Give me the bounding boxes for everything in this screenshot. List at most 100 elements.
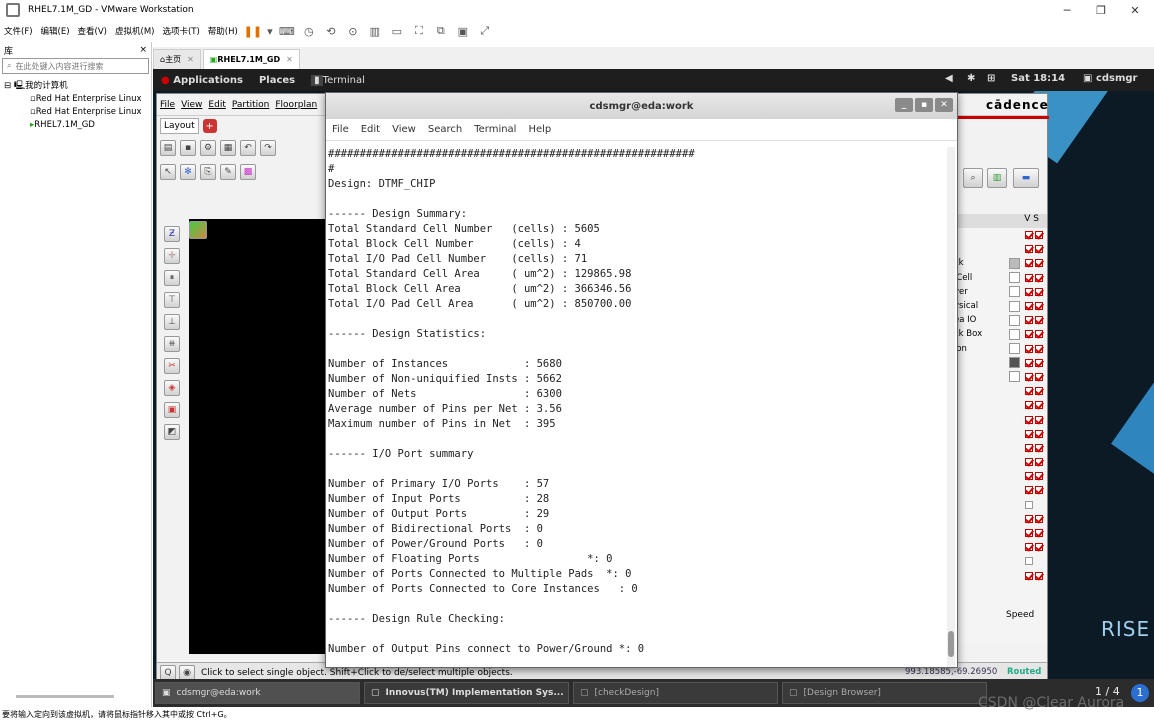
route-icon[interactable]: ▣: [164, 402, 180, 418]
bluetooth-icon[interactable]: ✱: [967, 73, 975, 84]
task-design-browser[interactable]: ▢ [Design Browser]: [782, 682, 987, 704]
selectable-checkbox[interactable]: [1035, 344, 1043, 353]
library-scrollbar[interactable]: [16, 695, 114, 698]
find-icon[interactable]: ⌕: [963, 168, 983, 188]
unity-icon[interactable]: ⧉: [432, 23, 450, 39]
snowflake-icon[interactable]: ✻: [180, 164, 196, 180]
visibility-row[interactable]: ck Box: [954, 327, 1047, 341]
selectable-checkbox[interactable]: [1035, 529, 1043, 538]
visible-checkbox[interactable]: [1025, 330, 1033, 339]
visible-checkbox[interactable]: [1025, 500, 1033, 509]
visible-checkbox[interactable]: [1025, 302, 1033, 311]
guest-display[interactable]: RISE ● Applications Places ▮ Terminal ◀ ✱…: [153, 69, 1154, 679]
ruler-icon[interactable]: ◈: [164, 380, 180, 396]
selectable-checkbox[interactable]: [1035, 543, 1043, 552]
visibility-row[interactable]: [954, 455, 1047, 469]
wire-icon[interactable]: Ƶ: [164, 226, 180, 242]
visibility-row[interactable]: [954, 540, 1047, 554]
library-search-input[interactable]: ⌕ 在此处键入内容进行搜索: [2, 58, 149, 74]
add-tab-icon[interactable]: +: [202, 119, 217, 133]
visible-checkbox[interactable]: [1025, 415, 1033, 424]
visible-checkbox[interactable]: [1025, 372, 1033, 381]
visibility-row[interactable]: ion: [954, 342, 1047, 356]
send-keys-icon[interactable]: ⌨: [278, 23, 296, 39]
term-menu-view[interactable]: View: [386, 124, 422, 135]
console-icon[interactable]: ▣: [454, 23, 472, 39]
collapse-icon[interactable]: ⊟: [4, 81, 11, 91]
save-icon[interactable]: ▪: [180, 140, 196, 156]
menu-help[interactable]: 帮助(H): [204, 25, 242, 37]
selectable-checkbox[interactable]: [1035, 429, 1043, 438]
terminal-maximize-button[interactable]: ▪: [915, 98, 933, 112]
query-icon[interactable]: Q: [160, 664, 176, 679]
visible-checkbox[interactable]: [1025, 259, 1033, 268]
tab-rhel[interactable]: ▣ RHEL7.1M_GD ✕: [202, 49, 300, 69]
visibility-row[interactable]: ck: [954, 256, 1047, 270]
menu-edit[interactable]: 编辑(E): [37, 25, 74, 37]
terminal-output[interactable]: ########################################…: [328, 147, 946, 667]
selectable-checkbox[interactable]: [1035, 571, 1043, 580]
settings-icon[interactable]: ⚙: [200, 140, 216, 156]
visible-checkbox[interactable]: [1025, 529, 1033, 538]
user-menu[interactable]: ▣ cdsmgr: [1083, 73, 1138, 84]
close-icon[interactable]: ✕: [286, 55, 293, 64]
visibility-row[interactable]: ea IO: [954, 313, 1047, 327]
menu-file[interactable]: File: [157, 100, 178, 110]
volume-icon[interactable]: ◀: [945, 73, 953, 84]
visible-checkbox[interactable]: [1025, 514, 1033, 523]
selectable-checkbox[interactable]: [1035, 514, 1043, 523]
selectable-checkbox[interactable]: [1035, 273, 1043, 282]
tab-layout[interactable]: Layout: [160, 118, 199, 134]
selectable-checkbox[interactable]: [1035, 458, 1043, 467]
selectable-checkbox[interactable]: [1035, 231, 1043, 240]
print-icon[interactable]: ▦: [220, 140, 236, 156]
close-icon[interactable]: ✕: [187, 55, 194, 64]
task-innovus[interactable]: ▢ Innovus(TM) Implementation Sys...: [364, 682, 569, 704]
palette-icon[interactable]: ▩: [240, 164, 256, 180]
minimize-button[interactable]: ─: [1050, 0, 1084, 20]
info-icon[interactable]: 1: [1131, 684, 1149, 702]
layout-canvas[interactable]: [189, 219, 329, 654]
menu-view[interactable]: View: [178, 100, 205, 110]
color-swatch[interactable]: [1009, 286, 1020, 298]
visible-checkbox[interactable]: [1025, 557, 1033, 566]
applications-menu[interactable]: ● Applications: [153, 75, 251, 86]
menu-partition[interactable]: Partition: [229, 100, 273, 110]
library-close-icon[interactable]: ×: [139, 45, 147, 55]
selectable-checkbox[interactable]: [1035, 245, 1043, 254]
term-menu-file[interactable]: File: [326, 124, 355, 135]
visible-checkbox[interactable]: [1025, 486, 1033, 495]
cut-icon[interactable]: ✂: [164, 358, 180, 374]
visible-checkbox[interactable]: [1025, 273, 1033, 282]
color-swatch[interactable]: [1009, 328, 1020, 340]
thumbnail-icon[interactable]: [189, 221, 207, 239]
selectable-checkbox[interactable]: [1035, 486, 1043, 495]
color-swatch[interactable]: [1009, 272, 1020, 284]
terminal-launcher[interactable]: ▮ Terminal: [303, 74, 373, 86]
visibility-row[interactable]: [954, 526, 1047, 540]
visible-checkbox[interactable]: [1025, 443, 1033, 452]
tree-root[interactable]: ⊟ 🖳我的计算机: [0, 80, 151, 93]
visibility-row[interactable]: [954, 370, 1047, 384]
task-terminal[interactable]: ▣ cdsmgr@eda:work: [155, 682, 360, 704]
menu-view[interactable]: 查看(V): [74, 25, 111, 37]
selectable-checkbox[interactable]: [1035, 415, 1043, 424]
tree-item[interactable]: ▸RHEL7.1M_GD: [0, 119, 151, 132]
visibility-row[interactable]: ysical: [954, 299, 1047, 313]
terminal-minimize-button[interactable]: _: [895, 98, 913, 112]
visibility-row[interactable]: [954, 242, 1047, 256]
stretch-icon[interactable]: ⤢: [476, 23, 494, 39]
selectable-checkbox[interactable]: [1035, 287, 1043, 296]
visibility-row[interactable]: [954, 412, 1047, 426]
color-swatch[interactable]: [1009, 300, 1020, 312]
snapshot-manager-icon[interactable]: ⊙: [344, 23, 362, 39]
visibility-row[interactable]: [954, 228, 1047, 242]
visible-checkbox[interactable]: [1025, 401, 1033, 410]
chart-icon[interactable]: ◩: [164, 424, 180, 440]
visible-checkbox[interactable]: [1025, 429, 1033, 438]
visible-checkbox[interactable]: [1025, 387, 1033, 396]
menu-edit[interactable]: Edit: [205, 100, 228, 110]
menu-floorplan[interactable]: Floorplan: [272, 100, 320, 110]
selectable-checkbox[interactable]: [1035, 259, 1043, 268]
visibility-row[interactable]: [954, 483, 1047, 497]
